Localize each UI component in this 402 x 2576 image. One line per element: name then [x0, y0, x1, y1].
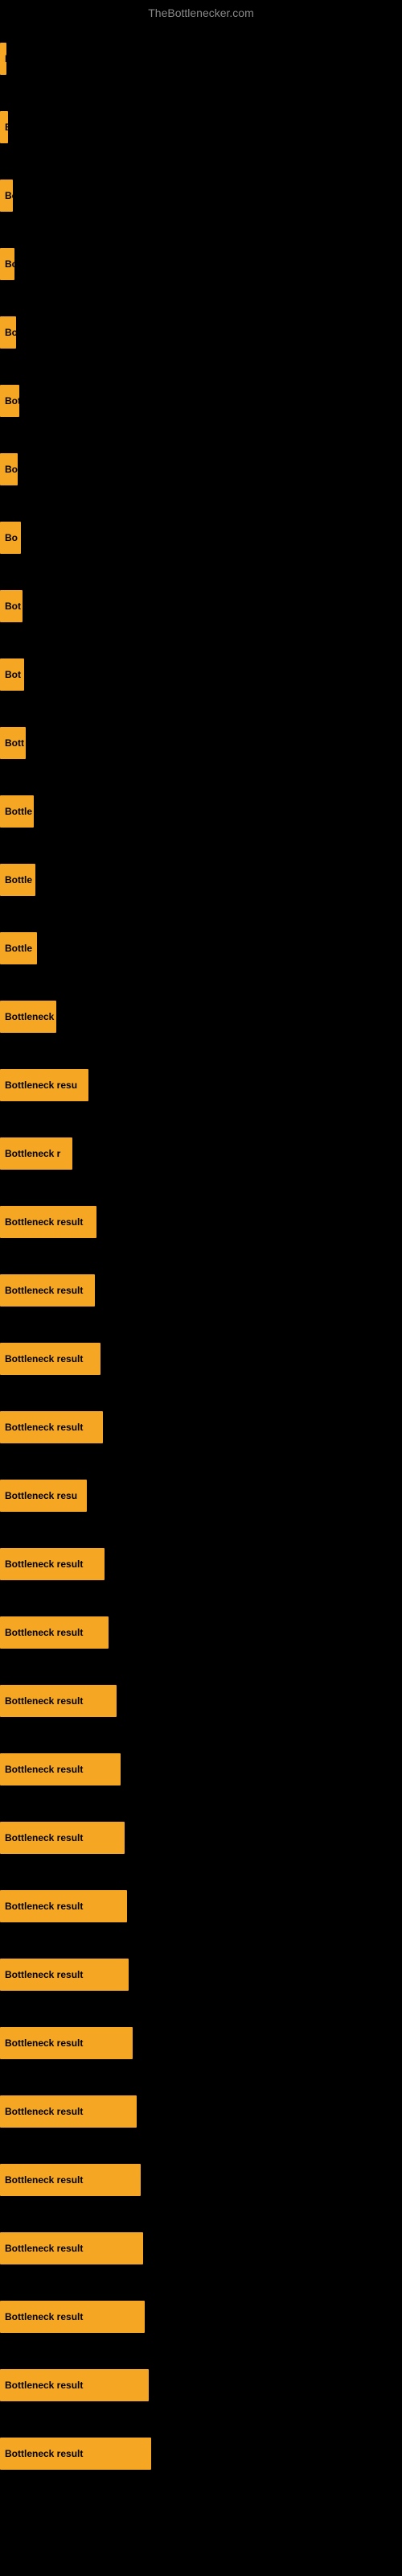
bar-row: Bottleneck result [0, 2419, 402, 2487]
bar-row: Bottleneck result [0, 1324, 402, 1393]
bottleneck-bar: Bot [0, 658, 24, 691]
bar-row: Bottleneck result [0, 1256, 402, 1324]
bar-row: Bott [0, 708, 402, 777]
bottleneck-bar: Bot [0, 385, 19, 417]
bar-row: B [0, 93, 402, 161]
bottleneck-bar: Bo [0, 522, 21, 554]
bottleneck-bar: Bottleneck resu [0, 1069, 88, 1101]
bar-row: Bo [0, 503, 402, 572]
bar-row: Bottleneck result [0, 1803, 402, 1872]
bars-container: B B Bo Bo Bo Bot Bo Bo Bot Bot Bott Bottle Bottle Bot… [0, 24, 402, 2487]
bar-row: Bo [0, 298, 402, 366]
bottleneck-bar: Bottleneck result [0, 1274, 95, 1307]
bar-row: Bottleneck result [0, 1940, 402, 2008]
bottleneck-bar: Bottleneck result [0, 1890, 127, 1922]
bar-row: Bottleneck result [0, 1598, 402, 1666]
bottleneck-bar: Bottleneck result [0, 1685, 117, 1717]
bottleneck-bar: B [0, 43, 6, 75]
bar-row: Bottleneck result [0, 1735, 402, 1803]
bar-row: Bot [0, 366, 402, 435]
bottleneck-bar: Bottleneck result [0, 1822, 125, 1854]
bottleneck-bar: Bott [0, 727, 26, 759]
bar-row: Bottleneck result [0, 2145, 402, 2214]
bottleneck-bar: Bottleneck result [0, 2369, 149, 2401]
bottleneck-bar: Bottleneck result [0, 2027, 133, 2059]
bottleneck-bar: Bo [0, 248, 14, 280]
bottleneck-bar: Bottleneck result [0, 1206, 96, 1238]
bottleneck-bar: Bottleneck result [0, 1959, 129, 1991]
bottleneck-bar: Bottleneck resu [0, 1480, 87, 1512]
bar-row: Bottleneck result [0, 2214, 402, 2282]
bar-row: Bottleneck result [0, 1666, 402, 1735]
bottleneck-bar: Bottleneck result [0, 1548, 105, 1580]
bar-row: Bottleneck resu [0, 1051, 402, 1119]
bottleneck-bar: Bo [0, 453, 18, 485]
bar-row: Bot [0, 640, 402, 708]
bottleneck-bar: Bottleneck result [0, 2301, 145, 2333]
bar-row: Bottleneck resu [0, 1461, 402, 1530]
bottleneck-bar: Bottle [0, 932, 37, 964]
bottleneck-bar: Bottleneck r [0, 1137, 72, 1170]
bottleneck-bar: Bottleneck result [0, 2232, 143, 2264]
bottleneck-bar: Bottleneck result [0, 2164, 141, 2196]
bar-row: Bottle [0, 777, 402, 845]
bar-row: Bottleneck result [0, 1187, 402, 1256]
bar-row: Bot [0, 572, 402, 640]
bottleneck-bar: Bo [0, 180, 13, 212]
bar-row: Bottle [0, 845, 402, 914]
bottleneck-bar: Bottle [0, 864, 35, 896]
site-title: TheBottlenecker.com [0, 0, 402, 23]
bottleneck-bar: Bottleneck result [0, 1753, 121, 1785]
bottleneck-bar: Bot [0, 590, 23, 622]
bar-row: B [0, 24, 402, 93]
bar-row: Bottleneck result [0, 2077, 402, 2145]
bottleneck-bar: Bottleneck result [0, 1616, 109, 1649]
bottleneck-bar: Bottle [0, 795, 34, 828]
bar-row: Bottleneck [0, 982, 402, 1051]
bar-row: Bottleneck result [0, 1872, 402, 1940]
bar-row: Bottleneck result [0, 2008, 402, 2077]
bar-row: Bo [0, 229, 402, 298]
bottleneck-bar: Bottleneck result [0, 2438, 151, 2470]
bar-row: Bottle [0, 914, 402, 982]
bar-row: Bo [0, 161, 402, 229]
bar-row: Bo [0, 435, 402, 503]
bar-row: Bottleneck r [0, 1119, 402, 1187]
bar-row: Bottleneck result [0, 2351, 402, 2419]
bottleneck-bar: Bottleneck [0, 1001, 56, 1033]
bottleneck-bar: Bo [0, 316, 16, 349]
bottleneck-bar: B [0, 111, 8, 143]
bottleneck-bar: Bottleneck result [0, 1343, 100, 1375]
bar-row: Bottleneck result [0, 1393, 402, 1461]
bottleneck-bar: Bottleneck result [0, 2095, 137, 2128]
bar-row: Bottleneck result [0, 1530, 402, 1598]
bottleneck-bar: Bottleneck result [0, 1411, 103, 1443]
bar-row: Bottleneck result [0, 2282, 402, 2351]
